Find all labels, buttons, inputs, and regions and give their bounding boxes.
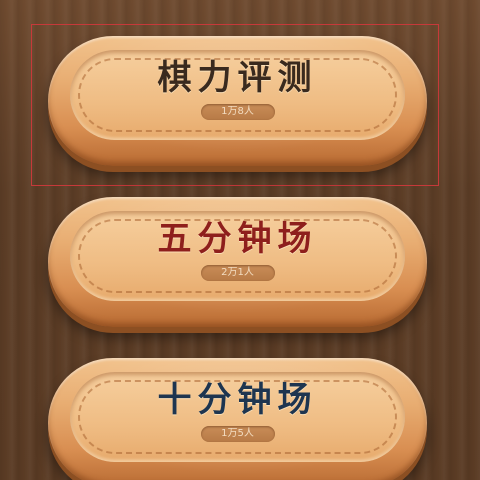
mode-title: 棋力评测 — [157, 58, 318, 98]
mode-title: 五分钟场 — [157, 219, 318, 259]
mode-title: 十分钟场 — [157, 380, 318, 420]
mode-button-five-minute[interactable]: 五分钟场 2万1人 — [48, 197, 427, 327]
mode-button-rating-test[interactable]: 棋力评测 1万8人 — [48, 36, 427, 166]
player-count-badge: 1万5人 — [200, 426, 275, 442]
player-count-badge: 2万1人 — [200, 265, 275, 281]
mode-button-ten-minute[interactable]: 十分钟场 1万5人 — [48, 358, 427, 480]
player-count-badge: 1万8人 — [200, 104, 275, 120]
